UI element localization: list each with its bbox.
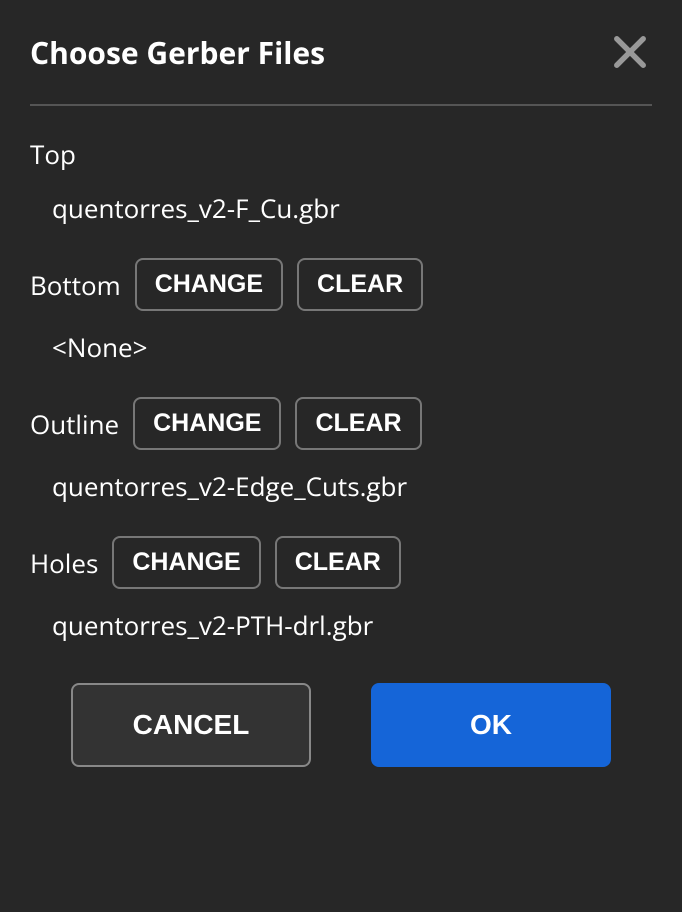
close-icon <box>608 30 652 74</box>
section-top-row: Top <box>30 136 652 172</box>
dialog-title: Choose Gerber Files <box>30 32 325 73</box>
bottom-file-value: <None> <box>30 329 652 365</box>
section-holes: Holes CHANGE CLEAR quentorres_v2-PTH-drl… <box>30 536 652 643</box>
holes-clear-button[interactable]: CLEAR <box>275 536 401 589</box>
section-bottom-row: Bottom CHANGE CLEAR <box>30 258 652 311</box>
top-file-value: quentorres_v2-F_Cu.gbr <box>30 190 652 226</box>
top-label: Top <box>30 136 76 172</box>
outline-file-value: quentorres_v2-Edge_Cuts.gbr <box>30 468 652 504</box>
bottom-change-button[interactable]: CHANGE <box>135 258 283 311</box>
holes-label: Holes <box>30 545 98 581</box>
gerber-dialog: Choose Gerber Files Top quentorres_v2-F_… <box>0 0 682 912</box>
holes-change-button[interactable]: CHANGE <box>112 536 260 589</box>
holes-file-value: quentorres_v2-PTH-drl.gbr <box>30 607 652 643</box>
outline-label: Outline <box>30 406 119 442</box>
ok-button[interactable]: OK <box>371 683 611 767</box>
outline-clear-button[interactable]: CLEAR <box>295 397 421 450</box>
section-bottom: Bottom CHANGE CLEAR <None> <box>30 258 652 365</box>
section-outline: Outline CHANGE CLEAR quentorres_v2-Edge_… <box>30 397 652 504</box>
outline-change-button[interactable]: CHANGE <box>133 397 281 450</box>
section-holes-row: Holes CHANGE CLEAR <box>30 536 652 589</box>
close-button[interactable] <box>608 30 652 74</box>
dialog-footer: CANCEL OK <box>30 683 652 767</box>
section-outline-row: Outline CHANGE CLEAR <box>30 397 652 450</box>
bottom-label: Bottom <box>30 267 121 303</box>
dialog-header: Choose Gerber Files <box>30 30 652 106</box>
cancel-button[interactable]: CANCEL <box>71 683 311 767</box>
section-top: Top quentorres_v2-F_Cu.gbr <box>30 136 652 226</box>
bottom-clear-button[interactable]: CLEAR <box>297 258 423 311</box>
